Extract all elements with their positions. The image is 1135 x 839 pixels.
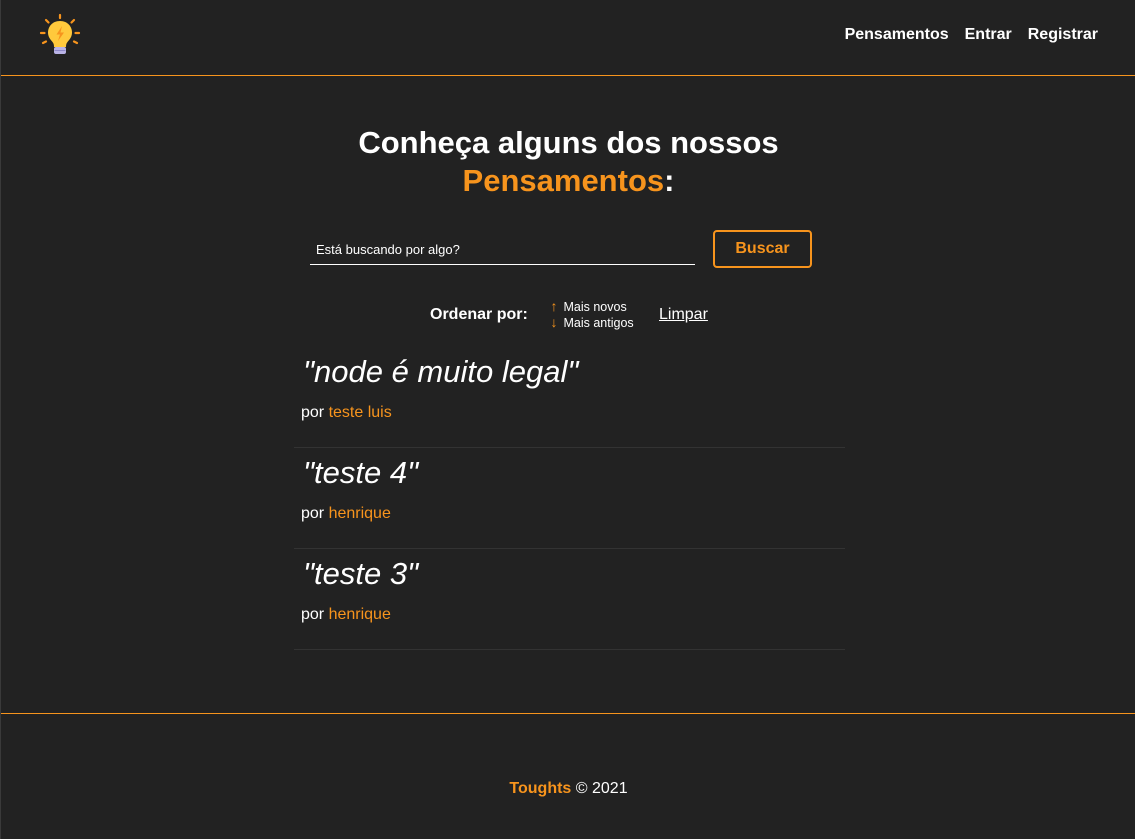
footer-copyright: © 2021 xyxy=(575,780,628,797)
lightbulb-icon[interactable] xyxy=(38,13,82,57)
thought-text: "node é muito legal" xyxy=(303,354,579,389)
page: Pensamentos Entrar Registrar Conheça alg… xyxy=(0,0,1135,839)
thought-author: por teste luis xyxy=(301,404,392,422)
thought-author-name: teste luis xyxy=(328,404,392,421)
order-label: Ordenar por: xyxy=(430,306,528,323)
order-newest-label: Mais novos xyxy=(563,300,627,314)
footer-text: Toughts © 2021 xyxy=(1,780,1135,798)
thought-author-name: henrique xyxy=(328,505,391,522)
footer-brand: Toughts xyxy=(509,780,572,797)
search-form: Buscar xyxy=(310,230,812,268)
order-oldest-label: Mais antigos xyxy=(563,316,634,330)
clear-link[interactable]: Limpar xyxy=(659,306,708,324)
thought-text: "teste 4" xyxy=(303,455,419,490)
thought-item: "teste 3" por henrique xyxy=(294,549,845,650)
order-newest-link[interactable]: ↑ Mais novos xyxy=(548,299,648,315)
nav-link-registrar[interactable]: Registrar xyxy=(1028,26,1098,44)
arrow-down-icon: ↓ xyxy=(550,314,558,330)
footer: Toughts © 2021 xyxy=(1,713,1135,839)
search-button[interactable]: Buscar xyxy=(713,230,812,268)
navbar: Pensamentos Entrar Registrar xyxy=(1,0,1135,76)
nav-link-pensamentos[interactable]: Pensamentos xyxy=(845,26,949,44)
thoughts-list: "node é muito legal" por teste luis "tes… xyxy=(294,347,845,650)
thought-author: por henrique xyxy=(301,505,391,523)
page-title: Conheça alguns dos nossos Pensamentos: xyxy=(1,124,1135,200)
thought-by-label: por xyxy=(301,606,325,623)
thought-by-label: por xyxy=(301,404,325,421)
thought-by-label: por xyxy=(301,505,325,522)
thought-text: "teste 3" xyxy=(303,556,419,591)
order-options: ↑ Mais novos ↓ Mais antigos xyxy=(548,299,648,331)
arrow-up-icon: ↑ xyxy=(550,298,558,314)
page-title-suffix: : xyxy=(664,163,675,198)
thought-item: "teste 4" por henrique xyxy=(294,448,845,549)
search-input[interactable] xyxy=(310,234,695,265)
order-oldest-link[interactable]: ↓ Mais antigos xyxy=(548,315,648,331)
thought-author-name: henrique xyxy=(328,606,391,623)
thought-author: por henrique xyxy=(301,606,391,624)
page-title-line1: Conheça alguns dos nossos xyxy=(358,125,779,160)
nav-links: Pensamentos Entrar Registrar xyxy=(845,26,1098,44)
page-title-accent: Pensamentos xyxy=(462,163,665,198)
thought-item: "node é muito legal" por teste luis xyxy=(294,347,845,448)
nav-link-entrar[interactable]: Entrar xyxy=(965,26,1012,44)
